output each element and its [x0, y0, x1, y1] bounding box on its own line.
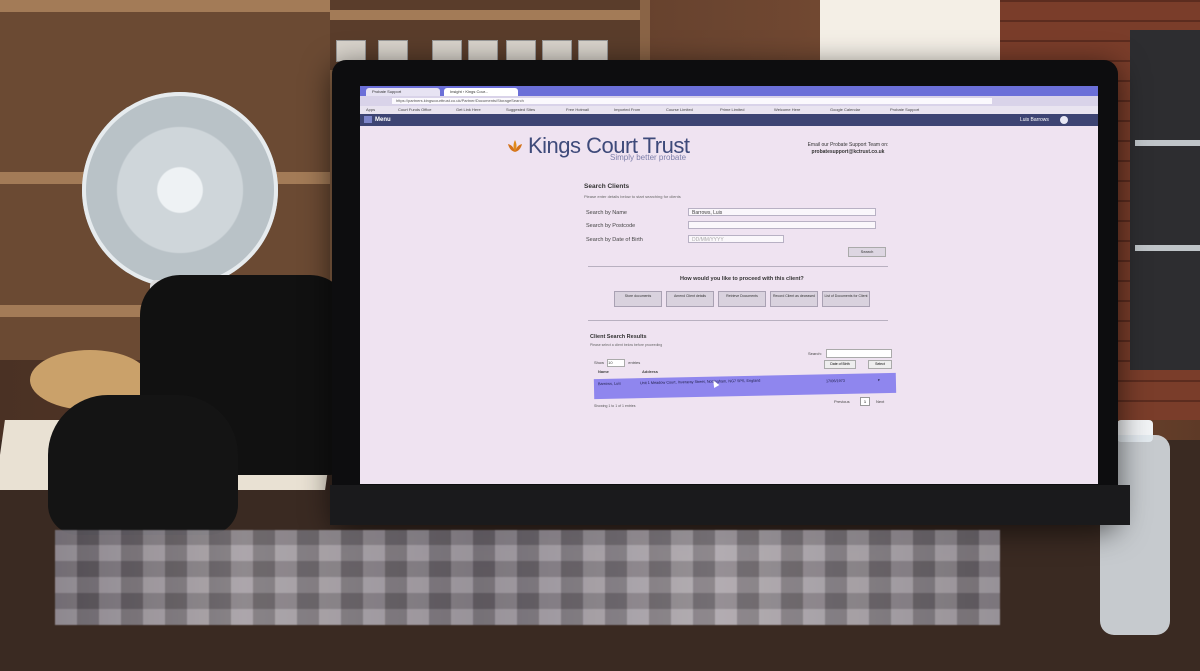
results-title: Client Search Results [590, 334, 647, 340]
bookmark-item[interactable]: Course Limited [666, 107, 693, 113]
office-scene: Probate Support Insight › Kings Cour... … [0, 0, 1200, 671]
cell-name: Barrows, Luis [597, 381, 621, 387]
rack-shelf [1135, 245, 1200, 251]
lotus-icon [508, 140, 522, 152]
table-row-selected[interactable]: Barrows, Luis Unit 1 Meadow Court, Inver… [593, 372, 897, 400]
rack-shelf [1135, 140, 1200, 146]
bookmark-item[interactable]: Free Hotmail [566, 107, 589, 113]
user-icon[interactable] [1060, 116, 1068, 124]
search-dob-label: Search by Date of Birth [586, 237, 643, 243]
support-text: Email our Probate Support Team on: [807, 142, 889, 148]
amend-client-details-button[interactable]: Amend Client details [666, 291, 714, 307]
bookmark-item[interactable]: Court Funds Office [398, 107, 432, 113]
support-email[interactable]: probatesupport@kctrust.co.uk [812, 149, 885, 155]
cell-dob: 17/06/1973 [825, 378, 845, 384]
bookmark-item[interactable]: Imported From [614, 107, 640, 113]
search-dob-input[interactable]: DD/MM/YYYY [688, 235, 784, 243]
support-contact: Email our Probate Support Team on: proba… [778, 142, 918, 156]
cell-address: Unit 1 Meadow Court, Inveraray Street, N… [639, 378, 761, 386]
previous-page[interactable]: Previous [834, 399, 850, 404]
bookmark-item[interactable]: Google Calendar [830, 107, 860, 113]
menu-button[interactable]: Menu [364, 116, 391, 124]
entries-select[interactable]: 10 [607, 359, 626, 367]
bookmark-item[interactable]: Apps [366, 107, 375, 113]
search-clients-subtitle: Please enter details below to start sear… [584, 194, 681, 199]
monitor-screen: Probate Support Insight › Kings Cour... … [360, 86, 1098, 484]
app-header-bar [360, 114, 1098, 126]
search-postcode-input[interactable] [688, 221, 876, 229]
url-field[interactable]: https://partners.kingscourttrust.co.uk/P… [392, 98, 992, 104]
search-name-input[interactable]: Barrows, Luis [688, 208, 876, 216]
bookmark-item[interactable]: Prime Limited [720, 107, 744, 113]
user-name[interactable]: Luis Barrows [1020, 116, 1049, 124]
stapler [48, 395, 238, 535]
store-documents-button[interactable]: Store documents [614, 291, 662, 307]
storage-rack [1130, 30, 1200, 370]
bookmark-item[interactable]: Probate Support [890, 107, 919, 113]
browser-tab[interactable]: Probate Support [366, 88, 440, 96]
show-label: Show [594, 360, 605, 366]
results-subtitle: Please select a client below before proc… [590, 343, 663, 347]
page-number[interactable]: 1 [860, 397, 870, 406]
monitor-base [330, 485, 1130, 525]
search-clients-title: Search Clients [584, 183, 630, 190]
list-documents-button[interactable]: List of Documents for Client [822, 291, 870, 307]
record-deceased-button[interactable]: Record Client as deceased [770, 291, 818, 307]
proceed-question: How would you like to proceed with this … [680, 276, 804, 282]
pixelated-caption [55, 530, 1000, 625]
divider [588, 320, 888, 321]
select-button[interactable]: Select [868, 360, 892, 369]
column-header-name[interactable]: Name [598, 369, 609, 374]
menu-label: Menu [375, 117, 391, 124]
search-postcode-label: Search by Postcode [586, 223, 636, 229]
search-button[interactable]: Search [848, 247, 886, 257]
show-entries: Show 10 entries [594, 359, 640, 367]
bookmark-item[interactable]: Suggested Sites [506, 107, 535, 113]
bookmark-item[interactable]: Welcome Here [774, 107, 800, 113]
next-page[interactable]: Next [876, 399, 884, 404]
showing-entries: Showing 1 to 1 of 1 entries [594, 404, 636, 408]
brand-tagline: Simply better probate [610, 153, 687, 162]
desk-fan [82, 92, 278, 288]
row-chevron-icon: ▾ [877, 378, 880, 383]
divider [588, 266, 888, 267]
dob-column-button[interactable]: Date of Birth [824, 360, 856, 369]
column-header-address[interactable]: Address [642, 369, 658, 374]
entries-value: 10 [608, 360, 613, 365]
bookmark-item[interactable]: Get Link Here [456, 107, 481, 113]
search-name-label: Search by Name [586, 210, 627, 216]
table-search-label: Search: [808, 351, 822, 356]
table-search-input[interactable] [826, 349, 892, 358]
hamburger-icon [364, 116, 372, 123]
entries-label: entries [628, 360, 641, 366]
browser-tab-active[interactable]: Insight › Kings Cour... [444, 88, 518, 96]
retrieve-documents-button[interactable]: Retrieve Documents [718, 291, 766, 307]
